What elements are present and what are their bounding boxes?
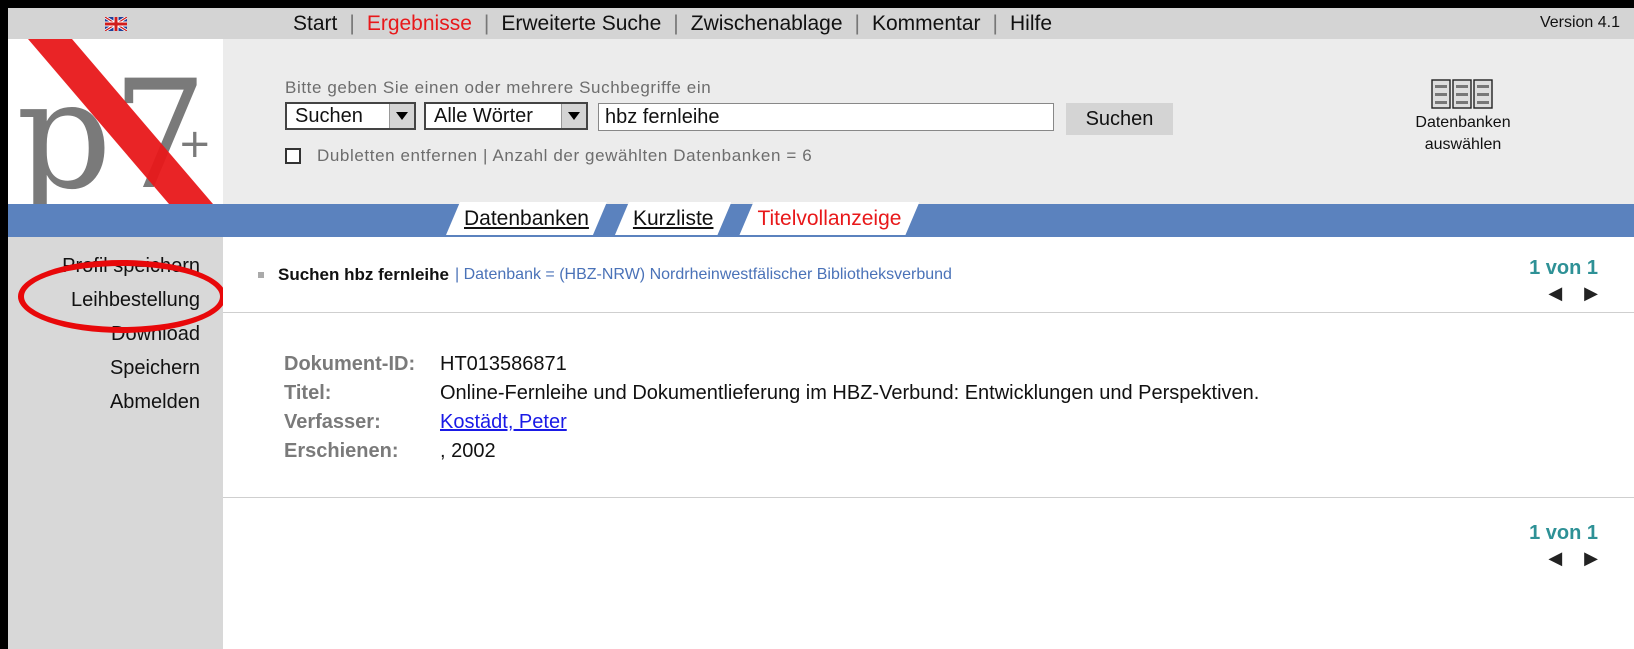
search-button[interactable]: Suchen [1066,103,1173,135]
nav-erweiterte-suche[interactable]: Erweiterte Suche [501,12,661,36]
duplicates-row: Dubletten entfernen | Anzahl der gewählt… [285,146,812,166]
record-published-value: , 2002 [440,440,496,462]
record-id-label: Dokument-ID: [284,353,416,375]
search-mode-select[interactable]: Alle Wörter [424,102,588,130]
tab-kurzliste-label: Kurzliste [632,206,714,230]
tab-kurzliste[interactable]: Kurzliste [615,202,732,235]
divider [223,312,1634,313]
nav-separator: | [483,11,490,35]
dropdown-arrow-icon[interactable] [389,104,414,128]
remove-duplicates-checkbox[interactable] [285,148,301,164]
record-title-value: Online-Fernleihe und Dokumentlieferung i… [440,382,1260,404]
top-navigation: Start | Ergebnisse | Erweiterte Suche | … [223,8,1634,39]
prev-arrow-icon[interactable]: ◀ [1548,283,1562,304]
bullet-icon [258,272,264,278]
sidebar-item-download[interactable]: Download [8,317,200,351]
nav-separator: | [673,11,679,35]
tab-datenbanken-label: Datenbanken [464,206,589,230]
logo[interactable]: p7 + [8,39,223,204]
record-title-label: Titel: [284,382,332,404]
divider [223,497,1634,498]
nav-separator: | [349,11,355,35]
app-window: Start | Ergebnisse | Erweiterte Suche | … [8,8,1634,649]
tab-titelvollanzeige-label: Titelvollanzeige [757,206,902,230]
duplicates-label: Dubletten entfernen | Anzahl der gewählt… [317,146,813,165]
sidebar-item-speichern[interactable]: Speichern [8,351,200,385]
sidebar-menu: Profil speichern Leihbestellung Download… [8,249,200,419]
pager-count: 1 von 1 [1529,257,1598,279]
pager-count: 1 von 1 [1529,522,1598,544]
record-author-link[interactable]: Kostädt, Peter [440,411,567,434]
next-arrow-icon[interactable]: ▶ [1584,548,1598,569]
search-type-value: Suchen [295,104,363,127]
record-author-label: Verfasser: [284,411,381,433]
record-row-published: Erschienen: , 2002 [284,437,1259,466]
breadcrumb-query: Suchen hbz fernleihe [278,265,449,284]
record-published-label: Erschienen: [284,440,399,462]
language-cell [8,8,223,39]
search-mode-value: Alle Wörter [434,104,533,127]
main-menu: Start | Ergebnisse | Erweiterte Suche | … [293,8,1052,39]
nav-separator: | [992,11,998,35]
sidebar-item-abmelden[interactable]: Abmelden [8,385,200,419]
logo-plus: + [178,121,212,167]
sidebar-item-profil-speichern[interactable]: Profil speichern [8,249,200,283]
database-select-button[interactable]: Datenbanken auswählen [1403,76,1523,156]
dropdown-arrow-icon[interactable] [561,104,586,128]
database-select-line1: Datenbanken [1415,114,1511,131]
nav-kommentar[interactable]: Kommentar [872,12,981,36]
next-arrow-icon[interactable]: ▶ [1584,283,1598,304]
tab-datenbanken[interactable]: Datenbanken [446,202,607,235]
search-input[interactable]: hbz fernleihe [598,103,1054,131]
nav-hilfe[interactable]: Hilfe [1010,12,1052,36]
uk-flag-icon[interactable] [104,16,127,31]
search-panel: Bitte geben Sie einen oder mehrere Suchb… [223,39,1634,204]
record-details: Dokument-ID: HT013586871 Titel: Online-F… [284,350,1259,466]
nav-separator: | [854,11,860,35]
tab-bar-left [8,204,223,237]
database-icon [1431,79,1493,109]
record-row-id: Dokument-ID: HT013586871 [284,350,1259,379]
pager-arrows: ◀ ▶ [1548,283,1598,304]
prev-arrow-icon[interactable]: ◀ [1548,548,1562,569]
record-row-title: Titel: Online-Fernleihe und Dokumentlief… [284,379,1259,408]
sidebar-item-leihbestellung[interactable]: Leihbestellung [8,283,200,317]
search-type-select[interactable]: Suchen [285,102,416,130]
search-prompt: Bitte geben Sie einen oder mehrere Suchb… [285,78,712,97]
pager-bottom: 1 von 1 ◀ ▶ [1529,522,1598,569]
record-id-value: HT013586871 [440,353,567,375]
breadcrumb-database: | Datenbank = (HBZ-NRW) Nordrheinwestfäl… [454,266,952,283]
pager-arrows: ◀ ▶ [1548,548,1598,569]
results-content: Suchen hbz fernleihe | Datenbank = (HBZ-… [223,237,1634,649]
nav-zwischenablage[interactable]: Zwischenablage [691,12,843,36]
view-tabs: Datenbanken Kurzliste Titelvollanzeige [446,202,927,235]
record-row-author: Verfasser: Kostädt, Peter [284,408,1259,437]
database-select-line2: auswählen [1424,136,1502,153]
nav-ergebnisse[interactable]: Ergebnisse [367,12,472,36]
pager-top: 1 von 1 ◀ ▶ [1529,257,1598,304]
nav-start[interactable]: Start [293,12,337,36]
tab-bar [223,204,1634,237]
p7-logo: p7 + [16,39,213,204]
tab-titelvollanzeige[interactable]: Titelvollanzeige [739,202,919,235]
version-label: Version 4.1 [1539,14,1620,31]
search-breadcrumb: Suchen hbz fernleihe | Datenbank = (HBZ-… [258,265,952,285]
